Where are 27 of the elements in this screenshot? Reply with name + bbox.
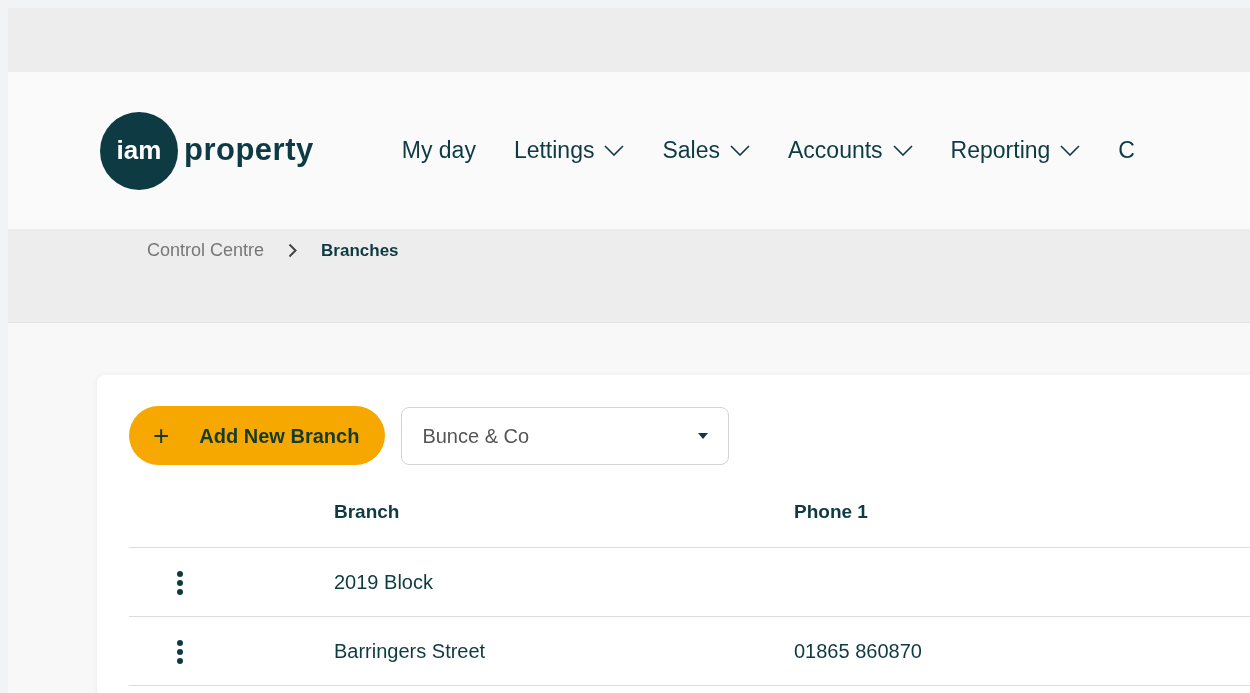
dropdown-caret-icon: [698, 432, 709, 439]
logo-circle: iam: [100, 111, 178, 190]
more-options-icon[interactable]: [177, 571, 183, 596]
nav-link[interactable]: My day: [401, 133, 476, 168]
table-cell: 2019 Block: [333, 547, 793, 616]
chevron-right-icon: [288, 243, 298, 258]
chevron-down-icon: [730, 145, 750, 156]
nav-link[interactable]: Accounts: [788, 133, 913, 168]
nav-link[interactable]: Reporting: [950, 133, 1081, 168]
logo[interactable]: iam property: [100, 111, 314, 190]
more-options-icon[interactable]: [177, 640, 183, 665]
table-cell: 01865 860870: [793, 616, 1250, 685]
logo-wordmark: property: [184, 131, 314, 170]
nav-link[interactable]: Sales: [662, 133, 750, 168]
breadcrumb-current: Branches: [321, 239, 399, 262]
chevron-down-icon: [892, 145, 913, 156]
nav-link[interactable]: C: [1118, 133, 1135, 168]
column-header: Phone 1: [793, 477, 1250, 547]
column-header: Branch: [333, 477, 793, 547]
add-new-branch-button[interactable]: + Add New Branch: [129, 406, 386, 465]
plus-icon: +: [153, 414, 170, 457]
chevron-down-icon: [1060, 145, 1081, 156]
nav-link[interactable]: Lettings: [513, 133, 625, 168]
company-select[interactable]: Bunce & Co: [401, 406, 730, 465]
breadcrumb-link[interactable]: Control Centre: [147, 237, 265, 264]
chevron-down-icon: [604, 145, 625, 156]
table-cell: Barringers Street: [333, 616, 793, 685]
